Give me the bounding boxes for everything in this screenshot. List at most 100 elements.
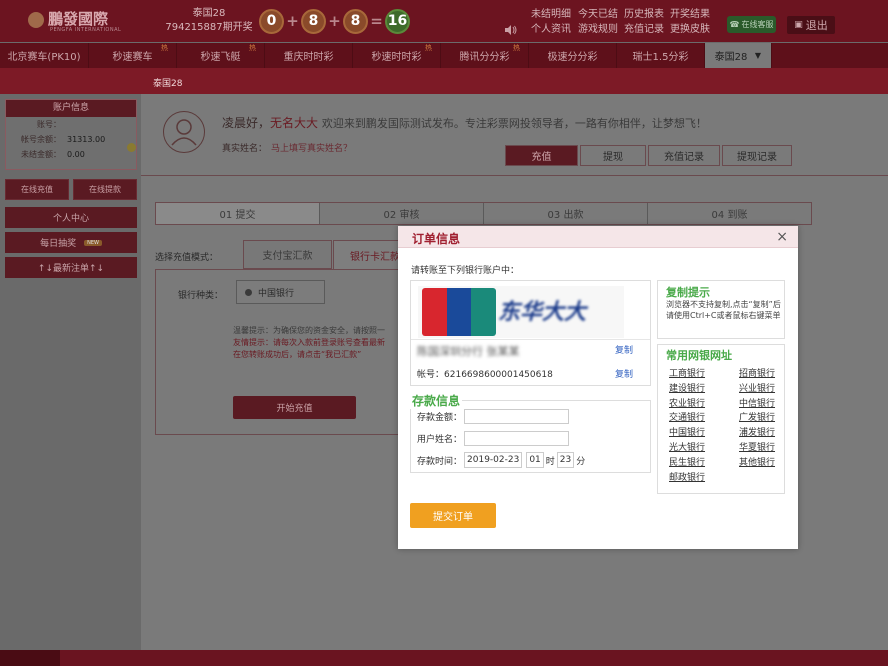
sidebar-item-personal[interactable]: 个人中心	[5, 207, 137, 228]
modal-header: 订单信息 ×	[398, 226, 798, 248]
link-history[interactable]: 历史报表	[624, 5, 664, 20]
link-recharge-record[interactable]: 充值记录	[624, 20, 664, 35]
toplinks-col-1: 未结明细 个人资讯	[531, 5, 571, 35]
step-arrival: 04 到账	[711, 210, 748, 221]
plus-sign: +	[286, 12, 299, 30]
bank-link[interactable]: 中国银行	[669, 425, 739, 440]
bank-link[interactable]: 华夏银行	[739, 440, 779, 455]
tip-text: 友情提示：请每次入款前登录账号查看最新	[233, 338, 385, 347]
link-settled-today[interactable]: 今天已结	[578, 5, 618, 20]
tab-recharge[interactable]: 充值	[505, 145, 578, 166]
balance-row: 帐号余额： 31313.00	[21, 135, 106, 144]
draw-result: 0 + 8 + 8 = 16	[259, 8, 410, 34]
bank-link[interactable]: 光大银行	[669, 440, 739, 455]
sidebar: 账户信息 账号： 帐号余额： 31313.00 未结金额： 0.00 在线充值 在线…	[0, 94, 141, 650]
bank-link[interactable]: 其他银行	[739, 455, 779, 470]
hour-select[interactable]: 01	[526, 452, 544, 468]
close-icon[interactable]: ×	[776, 229, 788, 245]
welcome-text: 欢迎来到鹏发国际测试发布。专注彩票网投领导者，一路有你相伴，让梦想飞！	[321, 117, 707, 130]
logo-subtitle: PENGFA INTERNATIONAL	[50, 27, 122, 33]
online-withdraw-button[interactable]: 在线提款	[73, 179, 137, 200]
bank-link[interactable]: 招商银行	[739, 366, 779, 381]
bank-link[interactable]: 广发银行	[739, 410, 779, 425]
exit-button[interactable]: ▣ 退出	[787, 16, 835, 34]
game-tab[interactable]: 瑞士1.5分彩	[617, 43, 705, 68]
deposit-info-title: 存款信息	[410, 392, 463, 409]
plus-sign: +	[328, 12, 341, 30]
refresh-balance-icon[interactable]	[127, 143, 136, 152]
deposit-info-box: 存款金额： 用户姓名： 存款时间： 2019-02-23 01 时 23 分	[410, 400, 651, 473]
hot-badge: 热	[249, 44, 256, 52]
bank-name-text: 东华大大	[498, 300, 587, 325]
bank-link[interactable]: 农业银行	[669, 396, 739, 411]
mode-alipay[interactable]: 支付宝汇款	[243, 240, 332, 269]
time-row: 存款时间： 2019-02-23 01 时 23 分	[417, 452, 585, 468]
toplinks-col-2: 今天已结 游戏规则	[578, 5, 618, 35]
game-tab[interactable]: 秒速飞艇热	[177, 43, 265, 68]
copy-tips-box: 复制提示 浏览器不支持复制,点击“复制”后请使用Ctrl+C或者鼠标右键菜单	[657, 280, 785, 339]
bank-link[interactable]: 浦发银行	[739, 425, 779, 440]
start-recharge-button[interactable]: 开始充值	[233, 396, 356, 419]
link-unsettled[interactable]: 未结明细	[531, 5, 571, 20]
game-tab[interactable]: 重庆时时彩	[265, 43, 353, 68]
equals-sign: =	[370, 12, 383, 30]
link-skin[interactable]: 更换皮肤	[670, 20, 710, 35]
copy-name-button[interactable]: 复制	[615, 343, 633, 356]
speaker-icon[interactable]	[505, 25, 517, 35]
game-tab-active[interactable]: 泰国28	[705, 43, 772, 68]
transfer-label: 请转账至下列银行账户中：	[411, 266, 520, 276]
date-input[interactable]: 2019-02-23	[464, 452, 523, 468]
avatar	[163, 111, 205, 153]
bank-link[interactable]: 建设银行	[669, 381, 739, 396]
submit-order-button[interactable]: 提交订单	[410, 503, 496, 528]
bank-link[interactable]: 兴业银行	[739, 381, 779, 396]
new-badge: NEW	[84, 239, 102, 246]
unsettled-row: 未结金额： 0.00	[21, 150, 85, 159]
game-tab[interactable]: 北京赛车(PK10)	[0, 43, 89, 68]
game-tab[interactable]: 腾讯分分彩热	[441, 43, 529, 68]
link-results[interactable]: 开奖结果	[670, 5, 710, 20]
tab-recharge-record[interactable]: 充值记录	[648, 145, 720, 166]
issue-info: 泰国28 794215887期开奖	[163, 7, 255, 35]
username: 无名大大	[270, 116, 319, 130]
bank-link[interactable]: 中信银行	[739, 396, 779, 411]
amount-input[interactable]	[464, 409, 570, 424]
step-review: 02 审核	[320, 203, 484, 224]
bank-kind-label: 银行种类：	[178, 291, 224, 301]
fund-tabs: 充值 提现 充值记录 提现记录	[505, 145, 792, 166]
result-ball: 8	[301, 8, 326, 34]
online-service-button[interactable]: ☎ 在线客服	[727, 16, 776, 33]
bank-link[interactable]: 民生银行	[669, 455, 739, 470]
unionpay-logo	[422, 288, 496, 336]
bank-link[interactable]: 邮政银行	[669, 470, 739, 485]
user-icon	[171, 119, 197, 146]
hot-badge: 热	[161, 44, 168, 52]
copy-account-button[interactable]: 复制	[615, 367, 633, 380]
hot-badge: 热	[513, 44, 520, 52]
bank-link[interactable]: 交通银行	[669, 410, 739, 425]
bank-link[interactable]: 工商银行	[669, 366, 739, 381]
order-info-modal: 订单信息 × 请转账至下列银行账户中： 东华大大 陈国深圳分行 张某某 复制 帐…	[398, 226, 798, 549]
site-logo[interactable]: 鵬發國際 PENGFA INTERNATIONAL	[28, 8, 121, 33]
sidebar-item-latest-bets[interactable]: ↑↓最新注单↑↓	[5, 257, 137, 278]
progress-steps: 01 提交 02 审核 03 出款 04 到账	[155, 202, 812, 225]
username-input[interactable]	[464, 431, 570, 446]
game-tab[interactable]: 秒速赛车热	[89, 43, 177, 68]
game-tab[interactable]: 极速分分彩	[529, 43, 617, 68]
game-tab[interactable]: 秒速时时彩热	[353, 43, 441, 68]
sidebar-item-lottery[interactable]: 每日抽奖 NEW	[5, 232, 137, 253]
link-profile[interactable]: 个人资讯	[531, 20, 571, 35]
bank-option[interactable]: 中国银行	[236, 280, 325, 304]
exit-icon: ▣	[794, 20, 803, 30]
online-recharge-button[interactable]: 在线充值	[5, 179, 69, 200]
link-rules[interactable]: 游戏规则	[578, 20, 618, 35]
issue-number: 794215887期开奖	[165, 22, 253, 33]
account-row: 账号：	[37, 120, 61, 129]
top-header: 鵬發國際 PENGFA INTERNATIONAL 泰国28 794215887…	[0, 0, 888, 42]
minute-select[interactable]: 23	[556, 452, 575, 468]
hot-badge: 热	[425, 44, 432, 52]
realname-link[interactable]: 马上填写真实姓名？	[271, 144, 352, 154]
tab-withdraw[interactable]: 提现	[580, 145, 646, 166]
step-payout: 03 出款	[484, 203, 648, 224]
tab-withdraw-record[interactable]: 提现记录	[722, 145, 792, 166]
